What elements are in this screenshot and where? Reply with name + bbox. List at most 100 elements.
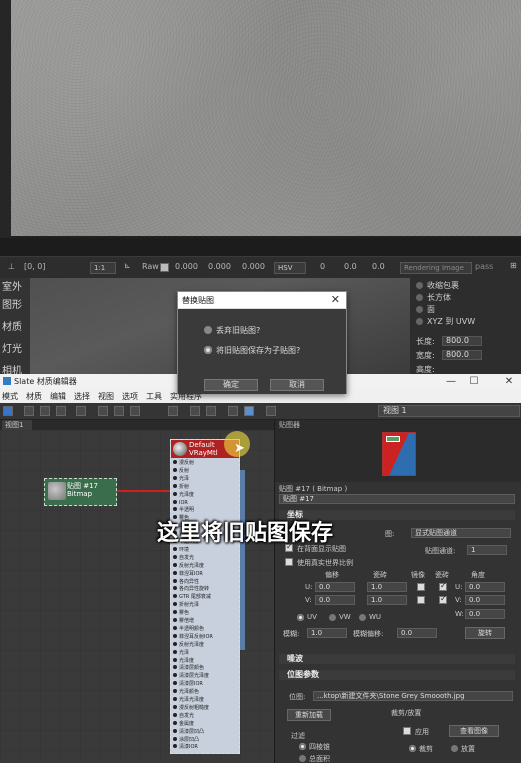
- material-slot[interactable]: 反射: [173, 468, 189, 476]
- material-slot[interactable]: 光泽: [173, 650, 189, 658]
- crop-radio[interactable]: [409, 745, 416, 752]
- option-face[interactable]: 面: [416, 304, 435, 315]
- rendering-mode-dropdown[interactable]: Rendering Image: [400, 262, 472, 274]
- show-map-icon[interactable]: [114, 406, 124, 416]
- material-slot[interactable]: 漫反射: [173, 460, 194, 468]
- material-slot[interactable]: 半透明: [173, 507, 194, 515]
- material-slot[interactable]: 清漆层IOR: [173, 681, 203, 689]
- material-slot[interactable]: 反射光泽度: [173, 642, 204, 650]
- left-label-light[interactable]: 灯光: [2, 340, 22, 355]
- blur-field[interactable]: 1.0: [307, 628, 347, 638]
- left-label-shape[interactable]: 图形: [2, 296, 22, 311]
- uv-radio[interactable]: [297, 614, 304, 621]
- menu-mode[interactable]: 模式: [2, 391, 18, 402]
- material-slot[interactable]: 清漆IOR: [173, 744, 198, 752]
- cancel-button[interactable]: 取消: [270, 379, 324, 391]
- menu-material[interactable]: 材质: [26, 391, 42, 402]
- select-tool-icon[interactable]: [3, 406, 13, 416]
- keep-old-map-option[interactable]: 将旧贴图保存为子贴图?: [204, 345, 300, 356]
- width-spinner[interactable]: 800.0: [442, 350, 482, 360]
- menu-edit[interactable]: 编辑: [50, 391, 66, 402]
- node-scrollbar[interactable]: [240, 470, 245, 650]
- u-tile-checkbox[interactable]: [439, 581, 447, 591]
- material-slot[interactable]: 光泽度: [173, 658, 194, 666]
- v-mirror-checkbox[interactable]: [417, 596, 425, 604]
- ok-button[interactable]: 确定: [204, 379, 258, 391]
- material-slot[interactable]: 金属度: [173, 721, 194, 729]
- zoom-dropdown[interactable]: 1:1: [90, 262, 116, 274]
- node-wire[interactable]: [117, 490, 172, 492]
- preview-icon[interactable]: [168, 406, 178, 416]
- bitmap-node[interactable]: 贴图 #17 Bitmap: [44, 478, 117, 506]
- material-slot[interactable]: 自发光: [173, 713, 194, 721]
- eyedropper-icon[interactable]: [24, 406, 34, 416]
- maximize-button[interactable]: ☐: [464, 374, 484, 389]
- material-slot[interactable]: 清漆层光泽度: [173, 673, 209, 681]
- material-slot[interactable]: 半透明颜色: [173, 626, 204, 634]
- reload-button[interactable]: 重新加载: [287, 709, 331, 721]
- material-slot[interactable]: 反射光泽度: [173, 563, 204, 571]
- angle-u-field[interactable]: 0.0: [465, 582, 505, 592]
- v-offset-field[interactable]: 0.0: [315, 595, 355, 605]
- material-slot[interactable]: 各向异性: [173, 579, 199, 587]
- apply-checkbox[interactable]: [403, 727, 411, 735]
- navigator-preview[interactable]: [382, 432, 416, 476]
- section-bitmap-params[interactable]: 位图参数: [279, 670, 515, 680]
- section-noise[interactable]: 噪波: [279, 654, 515, 664]
- menu-view[interactable]: 视图: [98, 391, 114, 402]
- u-tiling-field[interactable]: 1.0: [367, 582, 407, 592]
- v-tile-checkbox[interactable]: [439, 594, 447, 604]
- v-tiling-field[interactable]: 1.0: [367, 595, 407, 605]
- material-slot[interactable]: 折射光泽: [173, 602, 199, 610]
- vw-radio[interactable]: [329, 614, 336, 621]
- vraymtl-node[interactable]: Default VRayMtl 漫反射 反射 光泽 折射 光泽度 IOR 半透明 雾色 凹凸 置换…: [170, 439, 240, 754]
- material-slot[interactable]: 光泽: [173, 476, 189, 484]
- material-slot[interactable]: GTR 尾部衰减: [173, 594, 211, 602]
- wu-radio[interactable]: [359, 614, 366, 621]
- dialog-close-icon[interactable]: ✕: [331, 293, 340, 306]
- angle-v-field[interactable]: 0.0: [465, 595, 505, 605]
- view-image-button[interactable]: 查看图像: [449, 725, 499, 737]
- length-spinner[interactable]: 800.0: [442, 336, 482, 346]
- left-label-material[interactable]: 材质: [2, 318, 22, 333]
- bitmap-path-button[interactable]: ...ktop\新建文件夹\Stone Grey Smoooth.jpg: [313, 691, 513, 701]
- material-slot[interactable]: 雾色: [173, 610, 189, 618]
- layout-icon[interactable]: [190, 406, 200, 416]
- show-bg-icon[interactable]: [130, 406, 140, 416]
- blur-offset-field[interactable]: 0.0: [397, 628, 437, 638]
- material-slot[interactable]: 涂层凹凸: [173, 737, 199, 745]
- option-box[interactable]: 长方体: [416, 292, 451, 303]
- menu-tools[interactable]: 工具: [146, 391, 162, 402]
- real-world-checkbox[interactable]: [285, 558, 293, 566]
- rotate-button[interactable]: 旋转: [465, 627, 505, 639]
- left-label-outdoor[interactable]: 室外: [2, 278, 22, 293]
- delete-icon[interactable]: [76, 406, 86, 416]
- tab-view-1[interactable]: 视图1: [2, 420, 32, 430]
- map-type-dropdown[interactable]: 显式贴图通道: [411, 528, 511, 538]
- material-slot[interactable]: 自发光: [173, 555, 194, 563]
- material-slot[interactable]: 折射: [173, 484, 189, 492]
- view-dropdown[interactable]: 视图 1: [378, 405, 520, 417]
- material-slot[interactable]: IOR: [173, 500, 188, 508]
- angle-w-field[interactable]: 0.0: [465, 609, 505, 619]
- discard-old-map-option[interactable]: 丢弃旧贴图?: [204, 325, 260, 336]
- map-channel-spinner[interactable]: 1: [467, 545, 507, 555]
- material-slot[interactable]: 菲涅耳反射IOR: [173, 634, 213, 642]
- material-slot[interactable]: 清漆层颜色: [173, 665, 204, 673]
- menu-select[interactable]: 选择: [74, 391, 90, 402]
- option-shrink-wrap[interactable]: 收缩包裹: [416, 280, 459, 291]
- material-slot[interactable]: 光泽度: [173, 492, 194, 500]
- map-name-field[interactable]: 贴图 #17: [279, 494, 515, 504]
- material-slot[interactable]: 各向异性旋转: [173, 586, 209, 594]
- panel-icon[interactable]: ⊞: [510, 261, 517, 270]
- place-radio[interactable]: [451, 745, 458, 752]
- sample-icon[interactable]: ⊾: [124, 261, 131, 270]
- material-slot[interactable]: 漫反射粗糙度: [173, 705, 209, 713]
- material-slot[interactable]: 光泽光泽度: [173, 697, 204, 705]
- filter-summed-radio[interactable]: [299, 755, 306, 762]
- move-children-icon[interactable]: [98, 406, 108, 416]
- u-offset-field[interactable]: 0.0: [315, 582, 355, 592]
- parameter-icon[interactable]: [228, 406, 238, 416]
- material-slot[interactable]: 光泽颜色: [173, 689, 199, 697]
- navigator-icon[interactable]: [244, 406, 254, 416]
